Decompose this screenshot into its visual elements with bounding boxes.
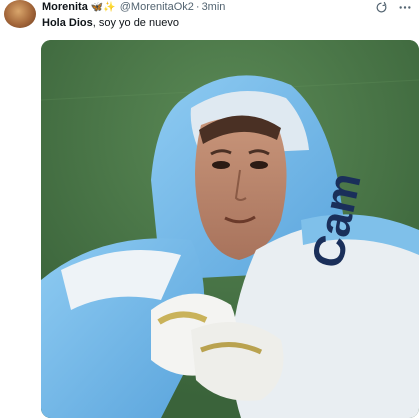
author-handle[interactable]: @MorenitaOk2 [120,1,194,13]
post-text-bold: Hola Dios [42,17,93,29]
author-name[interactable]: Morenita [42,1,88,13]
name-emojis: 🦋✨ [90,1,116,13]
post-image[interactable]: Cam [41,40,419,418]
post-header: Morenita 🦋✨ @MorenitaOk2 · 3min [42,0,225,14]
more-icon[interactable] [398,1,412,14]
refresh-icon[interactable] [375,1,388,14]
author-avatar[interactable] [4,0,36,28]
post-text-rest: , soy yo de nuevo [92,17,179,29]
post-time[interactable]: 3min [202,1,226,13]
post-text: Hola Dios, soy yo de nuevo [42,17,179,29]
separator-dot: · [195,1,200,13]
photo-illustration: Cam [41,40,419,418]
post-actions [375,0,412,14]
